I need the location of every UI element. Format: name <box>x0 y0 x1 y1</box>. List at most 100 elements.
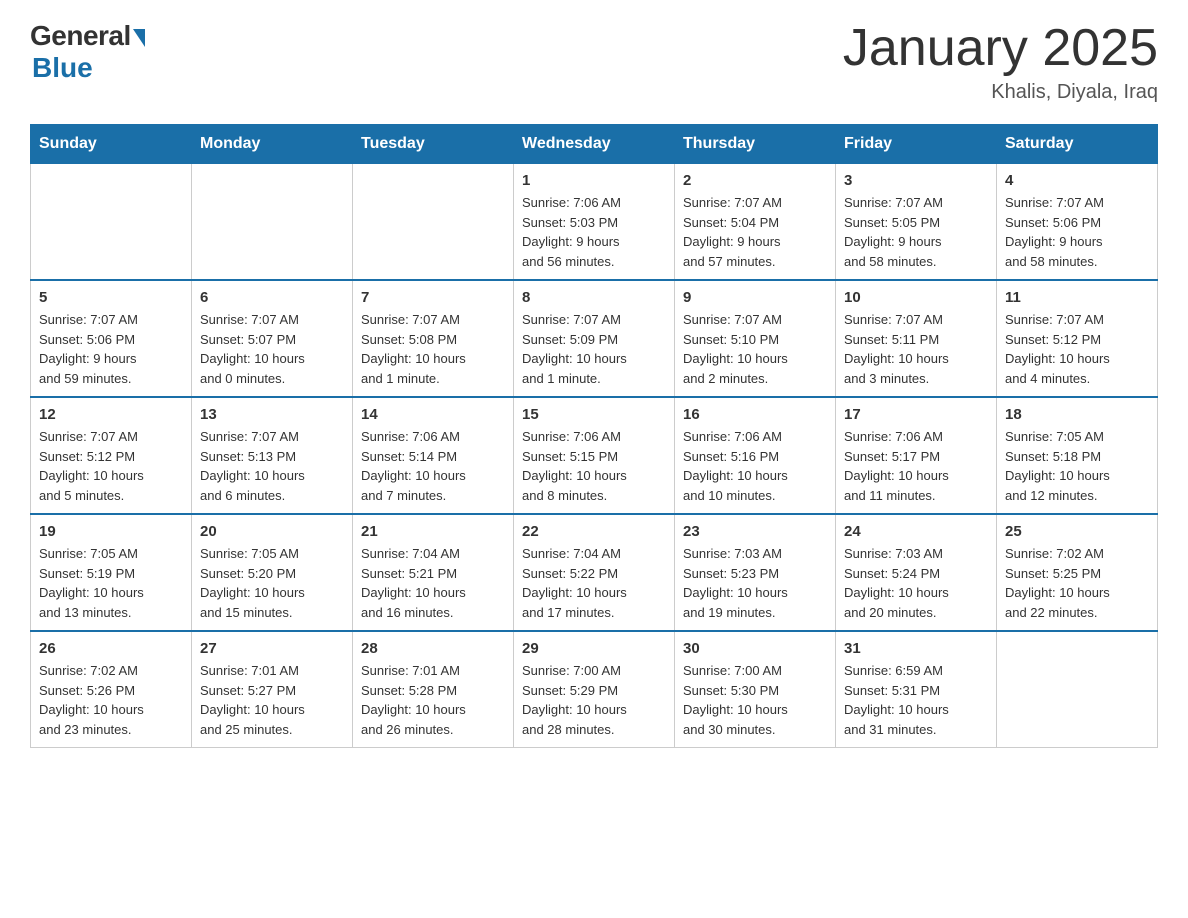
calendar-week-row: 19 Sunrise: 7:05 AMSunset: 5:19 PMDayligh… <box>31 514 1158 631</box>
day-info: Sunrise: 7:03 AMSunset: 5:23 PMDaylight:… <box>683 544 827 622</box>
day-info: Sunrise: 7:01 AMSunset: 5:27 PMDaylight:… <box>200 661 344 739</box>
calendar-cell: 16 Sunrise: 7:06 AMSunset: 5:16 PMDayligh… <box>675 397 836 514</box>
logo-triangle-icon <box>133 29 145 47</box>
calendar-cell: 28Sunrise: 7:01 AMSunset: 5:28 PMDayligh… <box>353 631 514 748</box>
day-number: 7 <box>361 289 505 306</box>
calendar-cell: 2 Sunrise: 7:07 AMSunset: 5:04 PMDaylight… <box>675 164 836 281</box>
calendar-cell <box>31 164 192 281</box>
calendar-cell: 7 Sunrise: 7:07 AMSunset: 5:08 PMDaylight… <box>353 280 514 397</box>
calendar-cell: 25 Sunrise: 7:02 AMSunset: 5:25 PMDayligh… <box>997 514 1158 631</box>
calendar-cell <box>353 164 514 281</box>
day-info: Sunrise: 7:07 AMSunset: 5:13 PMDaylight:… <box>200 427 344 505</box>
day-number: 18 <box>1005 406 1149 423</box>
day-info: Sunrise: 7:07 AMSunset: 5:09 PMDaylight:… <box>522 310 666 388</box>
day-number: 10 <box>844 289 988 306</box>
calendar-cell: 13Sunrise: 7:07 AMSunset: 5:13 PMDayligh… <box>192 397 353 514</box>
weekday-header-monday: Monday <box>192 125 353 164</box>
day-number: 22 <box>522 523 666 540</box>
day-info: Sunrise: 7:02 AMSunset: 5:25 PMDaylight:… <box>1005 544 1149 622</box>
day-number: 19 <box>39 523 183 540</box>
day-info: Sunrise: 7:00 AMSunset: 5:29 PMDaylight:… <box>522 661 666 739</box>
day-info: Sunrise: 7:07 AMSunset: 5:04 PMDaylight:… <box>683 193 827 271</box>
calendar-cell: 19 Sunrise: 7:05 AMSunset: 5:19 PMDayligh… <box>31 514 192 631</box>
calendar-cell: 8 Sunrise: 7:07 AMSunset: 5:09 PMDaylight… <box>514 280 675 397</box>
day-number: 23 <box>683 523 827 540</box>
day-number: 6 <box>200 289 344 306</box>
calendar-cell: 27 Sunrise: 7:01 AMSunset: 5:27 PMDayligh… <box>192 631 353 748</box>
day-number: 16 <box>683 406 827 423</box>
day-number: 15 <box>522 406 666 423</box>
calendar-cell: 4 Sunrise: 7:07 AMSunset: 5:06 PMDaylight… <box>997 164 1158 281</box>
day-info: Sunrise: 7:07 AMSunset: 5:08 PMDaylight:… <box>361 310 505 388</box>
day-info: Sunrise: 7:00 AMSunset: 5:30 PMDaylight:… <box>683 661 827 739</box>
calendar-week-row: 1 Sunrise: 7:06 AMSunset: 5:03 PMDaylight… <box>31 164 1158 281</box>
day-number: 4 <box>1005 172 1149 189</box>
day-info: Sunrise: 7:06 AMSunset: 5:15 PMDaylight:… <box>522 427 666 505</box>
day-info: Sunrise: 7:05 AMSunset: 5:19 PMDaylight:… <box>39 544 183 622</box>
day-info: Sunrise: 7:07 AMSunset: 5:07 PMDaylight:… <box>200 310 344 388</box>
day-number: 27 <box>200 640 344 657</box>
day-number: 5 <box>39 289 183 306</box>
calendar-cell: 22 Sunrise: 7:04 AMSunset: 5:22 PMDayligh… <box>514 514 675 631</box>
calendar-cell: 11Sunrise: 7:07 AMSunset: 5:12 PMDayligh… <box>997 280 1158 397</box>
calendar-cell <box>997 631 1158 748</box>
calendar-cell: 24Sunrise: 7:03 AMSunset: 5:24 PMDayligh… <box>836 514 997 631</box>
day-info: Sunrise: 7:07 AMSunset: 5:06 PMDaylight:… <box>1005 193 1149 271</box>
weekday-header-friday: Friday <box>836 125 997 164</box>
calendar-cell: 3 Sunrise: 7:07 AMSunset: 5:05 PMDaylight… <box>836 164 997 281</box>
page-header: General Blue January 2025 Khalis, Diyala… <box>30 20 1158 104</box>
weekday-header-row: SundayMondayTuesdayWednesdayThursdayFrid… <box>31 125 1158 164</box>
calendar-week-row: 5Sunrise: 7:07 AMSunset: 5:06 PMDaylight… <box>31 280 1158 397</box>
day-number: 3 <box>844 172 988 189</box>
calendar-cell: 5Sunrise: 7:07 AMSunset: 5:06 PMDaylight… <box>31 280 192 397</box>
calendar-week-row: 12Sunrise: 7:07 AMSunset: 5:12 PMDayligh… <box>31 397 1158 514</box>
day-info: Sunrise: 7:07 AMSunset: 5:12 PMDaylight:… <box>1005 310 1149 388</box>
day-number: 1 <box>522 172 666 189</box>
day-info: Sunrise: 6:59 AMSunset: 5:31 PMDaylight:… <box>844 661 988 739</box>
day-number: 2 <box>683 172 827 189</box>
weekday-header-sunday: Sunday <box>31 125 192 164</box>
day-number: 25 <box>1005 523 1149 540</box>
day-number: 30 <box>683 640 827 657</box>
calendar-cell: 6 Sunrise: 7:07 AMSunset: 5:07 PMDaylight… <box>192 280 353 397</box>
day-info: Sunrise: 7:04 AMSunset: 5:22 PMDaylight:… <box>522 544 666 622</box>
weekday-header-tuesday: Tuesday <box>353 125 514 164</box>
day-info: Sunrise: 7:04 AMSunset: 5:21 PMDaylight:… <box>361 544 505 622</box>
title-section: January 2025 Khalis, Diyala, Iraq <box>843 20 1158 104</box>
day-info: Sunrise: 7:06 AMSunset: 5:03 PMDaylight:… <box>522 193 666 271</box>
day-info: Sunrise: 7:03 AMSunset: 5:24 PMDaylight:… <box>844 544 988 622</box>
day-info: Sunrise: 7:05 AMSunset: 5:18 PMDaylight:… <box>1005 427 1149 505</box>
day-info: Sunrise: 7:05 AMSunset: 5:20 PMDaylight:… <box>200 544 344 622</box>
day-number: 17 <box>844 406 988 423</box>
calendar-cell: 26 Sunrise: 7:02 AMSunset: 5:26 PMDayligh… <box>31 631 192 748</box>
day-number: 14 <box>361 406 505 423</box>
day-info: Sunrise: 7:06 AMSunset: 5:16 PMDaylight:… <box>683 427 827 505</box>
day-info: Sunrise: 7:02 AMSunset: 5:26 PMDaylight:… <box>39 661 183 739</box>
day-number: 31 <box>844 640 988 657</box>
day-number: 21 <box>361 523 505 540</box>
weekday-header-thursday: Thursday <box>675 125 836 164</box>
calendar-cell: 23 Sunrise: 7:03 AMSunset: 5:23 PMDayligh… <box>675 514 836 631</box>
day-info: Sunrise: 7:06 AMSunset: 5:17 PMDaylight:… <box>844 427 988 505</box>
day-number: 20 <box>200 523 344 540</box>
day-info: Sunrise: 7:07 AMSunset: 5:11 PMDaylight:… <box>844 310 988 388</box>
calendar-cell: 20 Sunrise: 7:05 AMSunset: 5:20 PMDayligh… <box>192 514 353 631</box>
weekday-header-wednesday: Wednesday <box>514 125 675 164</box>
day-info: Sunrise: 7:07 AMSunset: 5:10 PMDaylight:… <box>683 310 827 388</box>
day-number: 26 <box>39 640 183 657</box>
logo: General Blue <box>30 20 145 84</box>
logo-general-text: General <box>30 20 131 52</box>
calendar-cell: 10 Sunrise: 7:07 AMSunset: 5:11 PMDayligh… <box>836 280 997 397</box>
day-info: Sunrise: 7:07 AMSunset: 5:12 PMDaylight:… <box>39 427 183 505</box>
logo-blue-text: Blue <box>32 52 93 84</box>
day-info: Sunrise: 7:07 AMSunset: 5:05 PMDaylight:… <box>844 193 988 271</box>
calendar-cell: 15 Sunrise: 7:06 AMSunset: 5:15 PMDayligh… <box>514 397 675 514</box>
calendar-cell: 9 Sunrise: 7:07 AMSunset: 5:10 PMDaylight… <box>675 280 836 397</box>
day-number: 8 <box>522 289 666 306</box>
calendar-cell: 21 Sunrise: 7:04 AMSunset: 5:21 PMDayligh… <box>353 514 514 631</box>
calendar-table: SundayMondayTuesdayWednesdayThursdayFrid… <box>30 124 1158 748</box>
day-number: 9 <box>683 289 827 306</box>
calendar-cell: 12Sunrise: 7:07 AMSunset: 5:12 PMDayligh… <box>31 397 192 514</box>
calendar-cell: 18 Sunrise: 7:05 AMSunset: 5:18 PMDayligh… <box>997 397 1158 514</box>
day-info: Sunrise: 7:06 AMSunset: 5:14 PMDaylight:… <box>361 427 505 505</box>
